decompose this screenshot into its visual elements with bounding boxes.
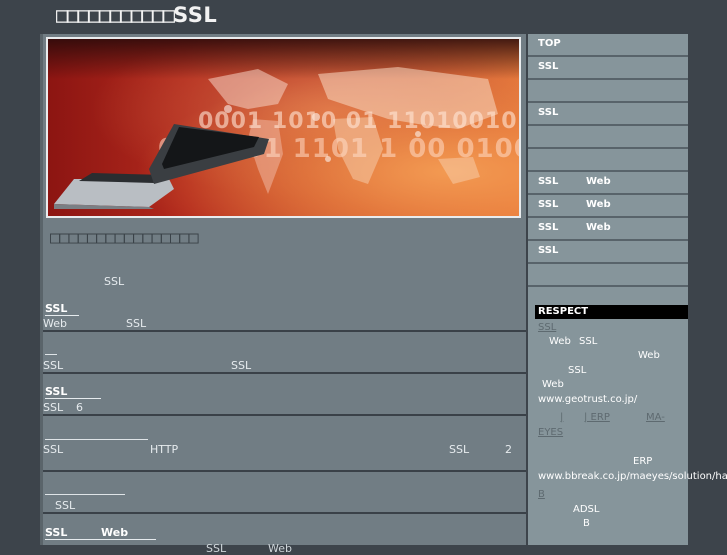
header-banner: 0001 1010 01 11010010 01 0110 00 0101 11… bbox=[46, 37, 521, 218]
nav-item-label-b: Web bbox=[586, 222, 611, 233]
article-entry: SSL Web SSL Web bbox=[43, 514, 526, 555]
nav-item[interactable]: SSL Web bbox=[528, 218, 688, 241]
entry-text: SSL bbox=[206, 542, 227, 555]
entry-text: 6 bbox=[76, 401, 83, 414]
entry-text: Web bbox=[43, 317, 67, 330]
entry-text: SSL bbox=[43, 443, 64, 456]
entry-text: 2 bbox=[505, 443, 512, 456]
site-title[interactable]: □□□□□□□□□□□SSL bbox=[56, 3, 217, 27]
nav-item[interactable] bbox=[528, 80, 688, 103]
nav-item-label-b: Web bbox=[586, 176, 611, 187]
entry-text: HTTP bbox=[150, 443, 179, 456]
article-entry: SSL bbox=[43, 472, 526, 514]
nav-item[interactable]: SSL bbox=[528, 57, 688, 80]
article-entry: SSL HTTP SSL 2 bbox=[43, 416, 526, 472]
sidebar: TOP SSL SSL SSL Web SSL Web SSL Web SSL RES… bbox=[528, 34, 727, 545]
respect-link[interactable]: | bbox=[538, 412, 563, 423]
nav-item-label: SSL bbox=[538, 176, 559, 187]
page-heading: □□□□□□□□□□□□□□□□ bbox=[50, 228, 199, 248]
entry-title-link[interactable]: SSL bbox=[45, 526, 72, 540]
site-title-suffix: SSL bbox=[173, 3, 218, 27]
entry-text: Web bbox=[268, 542, 292, 555]
nav-item-label: SSL bbox=[538, 222, 559, 233]
respect-text: ADSL bbox=[573, 504, 600, 515]
site-title-glyphs: □□□□□□□□□□□ bbox=[56, 3, 175, 27]
entry-text: SSL bbox=[231, 359, 252, 372]
nav-item-label: TOP bbox=[538, 38, 561, 49]
nav-item-label: SSL bbox=[538, 245, 559, 256]
article-entry: SSL Web SSL bbox=[43, 298, 526, 332]
respect-link[interactable]: | ERP bbox=[564, 412, 610, 423]
banner-image: 0001 1010 01 11010010 01 0110 00 0101 11… bbox=[48, 39, 519, 216]
entry-title-link[interactable] bbox=[45, 439, 148, 440]
nav-item-label: SSL bbox=[538, 61, 559, 72]
entry-text: SSL bbox=[55, 499, 76, 512]
main-content: 0001 1010 01 11010010 01 0110 00 0101 11… bbox=[40, 34, 526, 555]
entry-text: SSL bbox=[43, 359, 64, 372]
respect-link[interactable]: EYES bbox=[538, 427, 563, 438]
respect-url: www.geotrust.co.jp/ bbox=[538, 394, 638, 405]
entry-title-link[interactable]: SSL bbox=[45, 302, 80, 316]
respect-heading: RESPECT bbox=[535, 305, 688, 319]
respect-text: SSL bbox=[568, 365, 587, 376]
respect-text: SSL bbox=[579, 336, 598, 347]
nav-item-label-b: Web bbox=[586, 199, 611, 210]
entry-text: SSL bbox=[449, 443, 470, 456]
respect-link[interactable]: B bbox=[538, 489, 555, 500]
nav-item[interactable]: SSL bbox=[528, 103, 688, 126]
entry-title-link[interactable] bbox=[45, 494, 125, 495]
respect-text: ERP bbox=[633, 456, 653, 467]
entry-title-link[interactable]: Web bbox=[69, 526, 157, 540]
respect-url: www.bbreak.co.jp/maeyes/solution/hanbaik bbox=[538, 471, 727, 482]
nav-item[interactable] bbox=[528, 149, 688, 172]
respect-text: Web bbox=[638, 350, 660, 361]
nav-item[interactable]: SSL Web bbox=[528, 195, 688, 218]
entry-text: SSL bbox=[126, 317, 147, 330]
nav-item[interactable]: SSL bbox=[528, 241, 688, 264]
nav-item[interactable] bbox=[528, 126, 688, 149]
entry-title-link[interactable]: SSL bbox=[45, 385, 102, 399]
respect-text: B bbox=[583, 518, 590, 529]
nav-item-label: SSL bbox=[538, 199, 559, 210]
nav-item-label: SSL bbox=[538, 107, 559, 118]
nav-item[interactable] bbox=[528, 264, 688, 287]
nav-item-top[interactable]: TOP bbox=[528, 34, 688, 57]
nav-item[interactable]: SSL Web bbox=[528, 172, 688, 195]
respect-text: Web bbox=[542, 379, 564, 390]
respect-link-ssl[interactable]: SSL bbox=[538, 322, 556, 333]
respect-link[interactable]: MA- bbox=[610, 412, 665, 423]
entry-title-link[interactable] bbox=[45, 354, 57, 355]
intro-text: SSL bbox=[104, 275, 125, 288]
article-entry: SSL SSL bbox=[43, 332, 526, 374]
respect-text: Web bbox=[549, 336, 571, 347]
article-entry: SSL SSL 6 bbox=[43, 374, 526, 416]
laptop-graphic bbox=[54, 124, 269, 209]
sidebar-nav: TOP SSL SSL SSL Web SSL Web SSL Web SSL bbox=[528, 34, 688, 287]
entry-text: SSL bbox=[43, 401, 64, 414]
